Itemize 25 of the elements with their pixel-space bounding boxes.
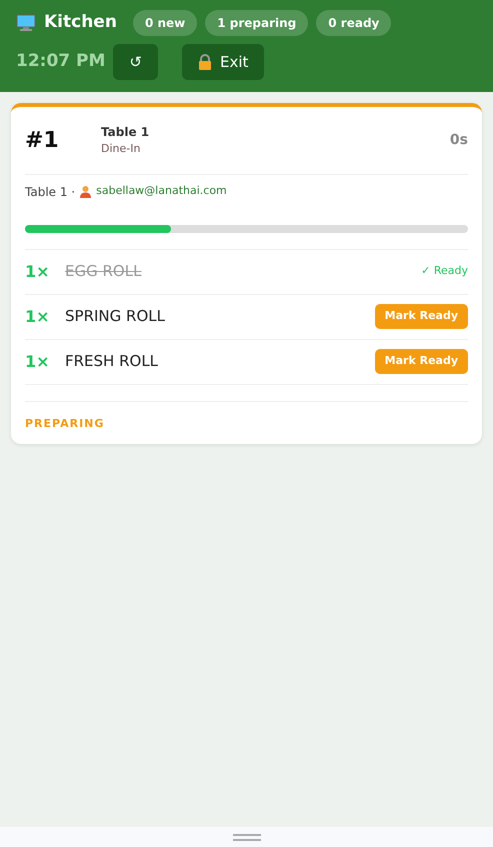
ready-label: ✓ Ready	[421, 263, 468, 280]
item-quantity: 1×	[25, 260, 51, 282]
user-email: sabellaw@lanathai.com	[96, 183, 227, 200]
elapsed-time: 0s	[450, 130, 468, 150]
app-title: Kitchen	[44, 11, 117, 34]
table-location: Table 1 ·	[25, 184, 76, 200]
drag-handle-icon[interactable]	[232, 834, 260, 840]
computer-icon	[16, 14, 36, 32]
table-name: Table 1	[101, 124, 150, 141]
clock-time: 12:07 PM	[16, 50, 106, 74]
count-pill: 0 ready	[316, 10, 392, 36]
item-quantity: 1×	[25, 306, 51, 328]
count-pill: 0 new	[132, 10, 198, 36]
item-name: EGG ROLL	[65, 261, 142, 282]
person-icon	[79, 185, 92, 198]
count-pill: 1 preparing	[205, 10, 308, 36]
refresh-button[interactable]: ↺	[113, 44, 158, 80]
lock-icon	[198, 54, 212, 70]
exit-button[interactable]: Exit	[182, 44, 264, 80]
item-name: FRESH ROLL	[65, 351, 160, 372]
item-name: SPRING ROLL	[65, 306, 166, 328]
order-status: PREPARING	[25, 416, 104, 430]
item-quantity: 1×	[25, 350, 51, 372]
order-type: Dine-In	[101, 141, 142, 157]
order-number: #1	[25, 126, 60, 155]
